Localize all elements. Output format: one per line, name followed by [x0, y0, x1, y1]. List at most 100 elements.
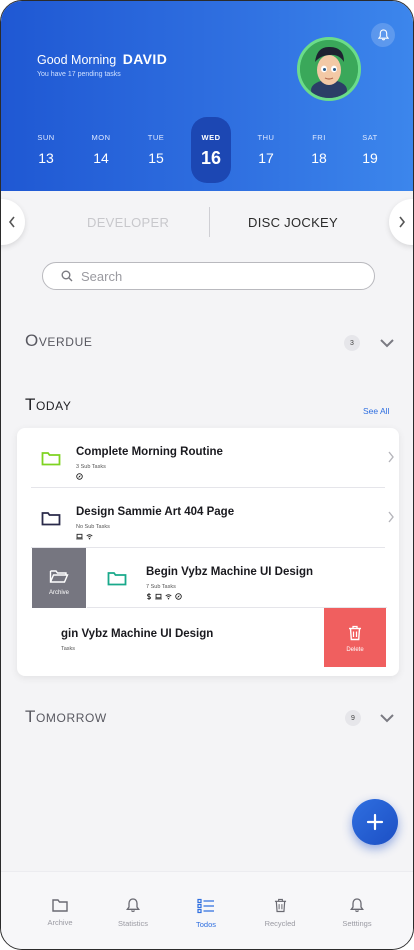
compass-icon [175, 593, 182, 600]
day-name: MON [91, 133, 111, 142]
day-date: 18 [311, 150, 327, 166]
task-tags [146, 593, 182, 601]
day-name: TUE [147, 133, 165, 142]
task-subtitle: No Sub Tasks [76, 524, 110, 530]
delete-action-button[interactable]: Delete [324, 608, 386, 667]
avatar-illustration [300, 40, 358, 98]
chevron-down-icon[interactable] [379, 712, 395, 724]
week-day-selector: SUN 13 MON 14 TUE 15 WED 16 THU 17 FRI 1… [17, 117, 399, 183]
day-tue[interactable]: TUE 15 [135, 117, 177, 183]
chevron-right-icon[interactable] [387, 451, 395, 463]
task-title: Begin Vybz Machine UI Design [146, 566, 313, 578]
trash-icon [274, 898, 286, 913]
delete-label: Delete [346, 647, 364, 653]
day-date: 15 [148, 150, 164, 166]
avatar[interactable] [297, 37, 361, 101]
archive-label: Archive [48, 590, 69, 596]
greeting-text: Good Morning [37, 53, 117, 67]
search-icon [61, 270, 73, 282]
nav-label: Setttings [342, 919, 372, 928]
archive-action-button[interactable]: Archive [32, 548, 86, 608]
day-sat[interactable]: SAT 19 [349, 117, 391, 183]
folder-icon [52, 899, 68, 912]
day-name: SAT [362, 133, 378, 142]
task-tags [76, 533, 93, 541]
day-name: WED [201, 133, 221, 142]
day-name: THU [257, 133, 275, 142]
search-input[interactable] [81, 268, 341, 284]
section-tomorrow-title[interactable]: Tomorrow [25, 707, 107, 727]
day-date: 19 [362, 150, 378, 166]
day-date: 17 [258, 150, 274, 166]
nav-settings[interactable]: Setttings [327, 898, 387, 928]
nav-statistics[interactable]: Statistics [103, 898, 163, 928]
day-name: FRI [312, 133, 326, 142]
list-icon [197, 898, 214, 914]
day-sun[interactable]: SUN 13 [25, 117, 67, 183]
nav-label: Statistics [117, 919, 148, 928]
dollar-icon [147, 593, 151, 600]
task-row[interactable]: Complete Morning Routine 3 Sub Tasks [31, 428, 394, 488]
nav-todos-active[interactable]: Todos [176, 898, 236, 929]
wifi-icon [165, 594, 172, 600]
pending-tasks-text: You have 17 pending tasks [37, 71, 121, 78]
section-overdue-title[interactable]: Overdue [25, 331, 92, 351]
task-row[interactable]: Design Sammie Art 404 Page No Sub Tasks [31, 488, 394, 548]
folder-icon [41, 452, 61, 466]
search-bar[interactable] [42, 262, 375, 290]
day-mon[interactable]: MON 14 [80, 117, 122, 183]
nav-label: Todos [195, 920, 216, 929]
prev-role-button[interactable] [1, 199, 25, 245]
folder-open-icon [49, 570, 69, 583]
task-subtitle: 7 Sub Tasks [146, 584, 176, 590]
bell-icon [350, 898, 364, 913]
user-name: DAVID [122, 51, 168, 67]
day-thu[interactable]: THU 17 [245, 117, 287, 183]
task-row-swiped[interactable]: Begin Vybz Machine UI Design 7 Sub Tasks [87, 548, 387, 608]
task-tags [76, 473, 83, 481]
tomorrow-count-badge: 9 [345, 710, 361, 726]
header: Good Morning DAVID You have 17 pending t… [1, 1, 413, 191]
laptop-icon [76, 533, 83, 540]
role-switcher: DEVELOPER DISC JOCKEY [1, 191, 413, 253]
plus-icon [366, 813, 384, 831]
bell-icon [377, 29, 389, 41]
role-developer[interactable]: DEVELOPER [87, 215, 169, 230]
wifi-icon [86, 534, 93, 540]
chevron-down-icon[interactable] [379, 337, 395, 349]
overdue-count-badge: 3 [344, 335, 360, 351]
task-subtitle: 3 Sub Tasks [76, 464, 106, 470]
phone-frame: Good Morning DAVID You have 17 pending t… [0, 0, 414, 950]
day-date: 14 [93, 150, 109, 166]
task-title: Design Sammie Art 404 Page [76, 506, 235, 518]
chevron-right-icon[interactable] [387, 511, 395, 523]
nav-label: Archive [47, 918, 73, 927]
today-task-list: Complete Morning Routine 3 Sub Tasks Des… [17, 428, 399, 676]
trash-icon [349, 625, 361, 641]
compass-icon [76, 473, 83, 480]
folder-icon [41, 512, 61, 526]
task-title: Complete Morning Routine [76, 446, 223, 458]
nav-label: Recycled [264, 919, 296, 928]
notification-button[interactable] [371, 23, 395, 47]
folder-icon [107, 572, 127, 586]
role-divider [209, 207, 210, 237]
section-today-title: Today [25, 395, 72, 414]
day-date: 16 [200, 148, 222, 168]
bell-icon [126, 898, 140, 913]
role-disc-jockey[interactable]: DISC JOCKEY [248, 215, 338, 230]
nav-archive[interactable]: Archive [30, 898, 90, 927]
day-fri[interactable]: FRI 18 [298, 117, 340, 183]
nav-recycled[interactable]: Recycled [250, 898, 310, 928]
next-role-button[interactable] [389, 199, 413, 245]
laptop-icon [155, 593, 162, 600]
day-name: SUN [37, 133, 55, 142]
see-all-link[interactable]: See All [363, 406, 389, 416]
day-wed-selected[interactable]: WED 16 [191, 117, 231, 183]
task-row-swiped-left[interactable]: gin Vybz Machine UI Design Tasks [31, 608, 323, 668]
chevron-right-icon [399, 216, 406, 228]
add-task-button[interactable] [352, 799, 398, 845]
greeting: Good Morning DAVID [37, 51, 167, 67]
chevron-left-icon [8, 216, 15, 228]
task-title: gin Vybz Machine UI Design [61, 628, 214, 640]
